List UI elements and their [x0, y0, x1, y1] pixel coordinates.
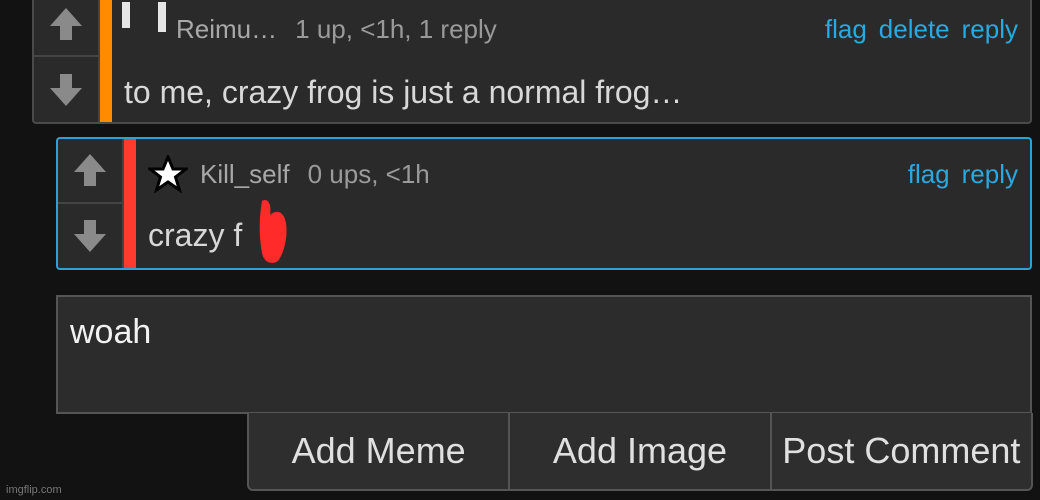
add-meme-button[interactable]: Add Meme — [249, 413, 511, 489]
flag-link[interactable]: flag — [908, 159, 950, 189]
reply-textarea[interactable]: woah — [56, 295, 1032, 414]
add-image-button[interactable]: Add Image — [510, 413, 772, 489]
comment-text: to me, crazy frog is just a normal frog… — [124, 74, 683, 110]
comment-meta: Kill_self 0 ups, <1h — [200, 159, 430, 190]
flag-link[interactable]: flag — [825, 14, 867, 44]
username[interactable]: Reimu… — [176, 14, 277, 44]
comment-button-bar: Add Meme Add Image Post Comment — [247, 413, 1033, 491]
reply-link[interactable]: reply — [962, 14, 1018, 44]
downvote-button[interactable] — [34, 57, 98, 122]
comment-reimu: Reimu… 1 up, <1h, 1 reply flag delete reply… — [32, 0, 1032, 124]
downvote-button[interactable] — [58, 204, 122, 269]
comment-actions: flag delete reply — [813, 14, 1018, 45]
comment-kill-self: Kill_self 0 ups, <1h flag reply crazy f — [56, 137, 1032, 270]
censor-scribble — [259, 199, 287, 263]
avatar — [122, 2, 172, 32]
arrow-down-icon — [74, 219, 106, 252]
vote-column — [58, 139, 124, 268]
watermark: imgflip.com — [6, 484, 62, 496]
comment-actions: flag reply — [896, 159, 1018, 190]
upvote-button[interactable] — [58, 139, 122, 204]
comment-stats: 0 ups, <1h — [307, 159, 430, 189]
comment-text-visible: crazy f — [148, 217, 243, 253]
reply-link[interactable]: reply — [962, 159, 1018, 189]
arrow-up-icon — [74, 154, 106, 187]
arrow-up-icon — [50, 7, 82, 40]
rank-bar-red — [124, 139, 136, 268]
comment-text: crazy f — [148, 217, 242, 254]
username[interactable]: Kill_self — [200, 159, 290, 189]
delete-link[interactable]: delete — [879, 14, 950, 44]
comment-stats: 1 up, <1h, 1 reply — [295, 14, 497, 44]
vote-column — [34, 0, 100, 122]
reply-text: woah — [70, 313, 152, 351]
star-badge-icon — [148, 155, 188, 193]
post-comment-button[interactable]: Post Comment — [772, 413, 1031, 489]
rank-bar-orange — [100, 0, 112, 122]
upvote-button[interactable] — [34, 0, 98, 57]
arrow-down-icon — [50, 73, 82, 106]
comment-meta: Reimu… 1 up, <1h, 1 reply — [176, 14, 497, 45]
